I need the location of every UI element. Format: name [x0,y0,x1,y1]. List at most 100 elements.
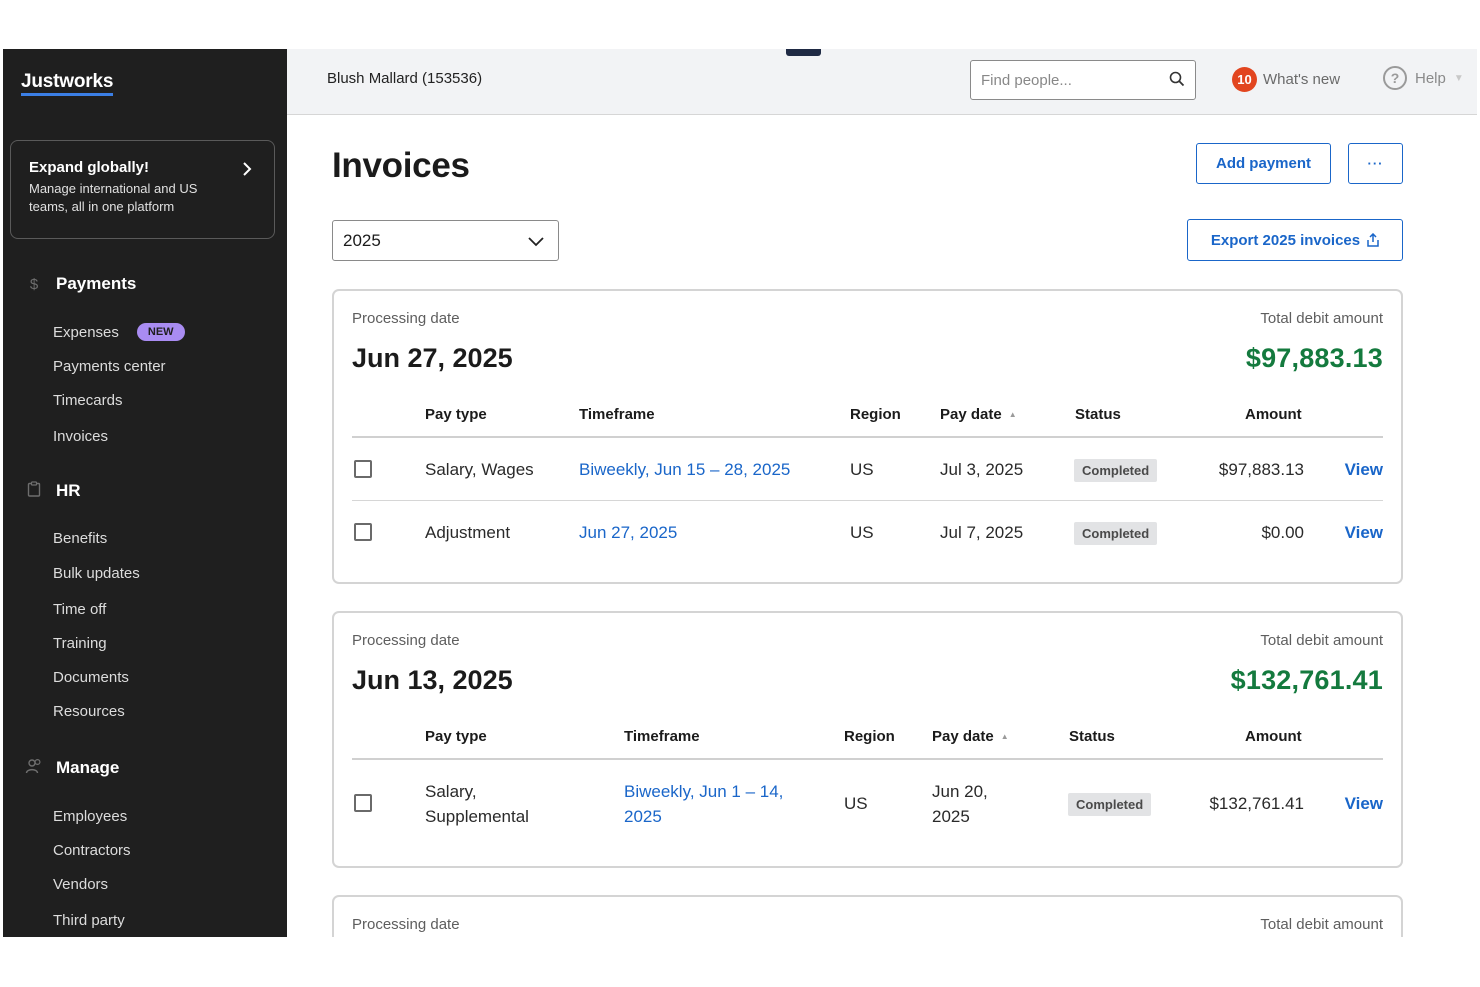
sidebar-item-expenses[interactable]: Expenses NEW [53,323,185,341]
promo-title: Expand globally! [29,159,150,176]
sidebar-item-training[interactable]: Training [53,635,107,652]
pay-date-cell: Jul 3, 2025 [940,460,1024,479]
sidebar: Justworks Expand globally! Manage intern… [3,49,287,937]
sort-ascending-icon: ▲ [1000,732,1009,741]
sidebar-item-bulk-updates[interactable]: Bulk updates [53,565,140,582]
expand-globally-promo[interactable]: Expand globally! Manage international an… [10,140,275,239]
company-name[interactable]: Blush Mallard (153536) [327,70,482,87]
timeframe-link[interactable]: Biweekly, Jun 15 – 28, 2025 [579,457,790,482]
sidebar-section-label: HR [56,481,81,500]
status-badge: Completed [1074,459,1158,482]
notification-count-badge: 10 [1232,67,1257,92]
add-payment-button[interactable]: Add payment [1196,143,1331,184]
sidebar-item-payments-center[interactable]: Payments center [53,358,166,375]
region-cell: US [844,794,868,813]
sidebar-item-benefits[interactable]: Benefits [53,530,107,547]
help-menu[interactable]: ? Help ▼ [1383,66,1464,90]
sidebar-item-label: Time off [53,601,107,618]
status-badge: Completed [1074,522,1158,545]
row-checkbox[interactable] [354,460,372,478]
sidebar-section-manage[interactable]: Manage [25,758,119,778]
year-select-value: 2025 [343,231,381,250]
sidebar-item-label: Documents [53,669,129,686]
sidebar-item-time-off[interactable]: Time off [53,601,106,618]
column-header-amount: Amount [1245,406,1302,423]
timeframe-line: Biweekly, Jun 1 – 14, [624,782,784,801]
region-cell: US [850,460,874,479]
search-icon[interactable] [1169,71,1185,87]
sidebar-item-employees[interactable]: Employees [53,808,127,825]
pay-type-cell: Salary, Supplemental [425,779,529,829]
sidebar-item-third-party[interactable]: Third party [53,912,125,929]
pay-type-cell: Adjustment [425,523,511,542]
pay-type-line: Salary, [425,782,477,801]
pay-date-cell: Jul 7, 2025 [940,523,1024,542]
view-link[interactable]: View [1345,457,1383,482]
sidebar-item-label: Vendors [53,876,109,893]
sidebar-item-label: Benefits [53,530,108,547]
year-select[interactable]: 2025 [332,220,559,261]
sidebar-section-label: Manage [56,758,120,777]
main-content: Invoices Add payment ··· 2025 Export 202… [287,116,1477,937]
sidebar-item-invoices[interactable]: Invoices [53,428,108,445]
whats-new-button[interactable]: 10 What's new [1232,67,1340,92]
column-header-region: Region [844,728,895,745]
people-icon [25,758,43,778]
column-header-region: Region [850,406,901,423]
sidebar-item-resources[interactable]: Resources [53,703,125,720]
justworks-logo[interactable]: Justworks [21,71,113,96]
processing-date: Jun 27, 2025 [352,343,513,373]
total-debit-label: Total debit amount [1260,632,1383,649]
chevron-right-icon [242,161,252,182]
column-header-status: Status [1075,406,1121,423]
pay-date-line: 2025 [932,807,970,826]
search-input[interactable]: Find people... [970,60,1196,100]
help-icon: ? [1383,66,1407,90]
sidebar-item-timecards[interactable]: Timecards [53,392,122,409]
column-header-timeframe: Timeframe [579,406,655,423]
timeframe-link[interactable]: Biweekly, Jun 1 – 14, 2025 [624,779,783,829]
column-header-pay-date[interactable]: Pay date ▲ [932,728,1009,745]
row-checkbox[interactable] [354,523,372,541]
sort-ascending-icon: ▲ [1008,410,1017,419]
timeframe-link[interactable]: Jun 27, 2025 [579,520,677,545]
export-invoices-button[interactable]: Export 2025 invoices [1187,219,1403,261]
chevron-down-icon [528,234,544,248]
column-header-pay-type: Pay type [425,728,487,745]
promo-text: Manage international and US teams, all i… [29,181,198,214]
whats-new-label: What's new [1263,71,1341,88]
processing-date: Jun 13, 2025 [352,665,513,695]
row-checkbox[interactable] [354,794,372,812]
sidebar-item-label: Expenses [53,323,119,341]
sidebar-item-contractors[interactable]: Contractors [53,842,131,859]
more-actions-button[interactable]: ··· [1348,143,1403,184]
sidebar-item-label: Bulk updates [53,565,140,582]
amount-cell: $132,761.41 [1209,794,1304,813]
header-divider [352,758,1383,760]
total-debit-label: Total debit amount [1260,916,1383,933]
header-divider [352,436,1383,438]
view-link[interactable]: View [1345,520,1383,545]
new-badge: NEW [136,323,185,341]
top-bar: Blush Mallard (153536) Find people... 10… [287,49,1477,115]
share-export-icon [1367,232,1379,247]
top-notch [786,49,821,56]
sidebar-section-payments[interactable]: $ Payments [25,274,137,294]
sidebar-item-label: Employees [53,808,128,825]
pay-type-cell: Salary, Wages [425,460,534,479]
sidebar-item-label: Training [53,635,107,652]
column-header-timeframe: Timeframe [624,728,700,745]
search-placeholder: Find people... [981,72,1072,89]
sidebar-item-documents[interactable]: Documents [53,669,129,686]
sidebar-section-hr[interactable]: HR [25,481,81,501]
sidebar-item-vendors[interactable]: Vendors [53,876,108,893]
total-debit-label: Total debit amount [1260,310,1383,327]
processing-date-label: Processing date [352,916,460,933]
invoice-card: Processing date Total debit amount Jun 2… [332,289,1403,584]
column-header-pay-date[interactable]: Pay date ▲ [940,406,1017,423]
column-header-status: Status [1069,728,1115,745]
view-link[interactable]: View [1345,791,1383,816]
column-header-pay-type: Pay type [425,406,487,423]
clipboard-icon [25,481,43,501]
chevron-down-icon: ▼ [1453,72,1464,84]
